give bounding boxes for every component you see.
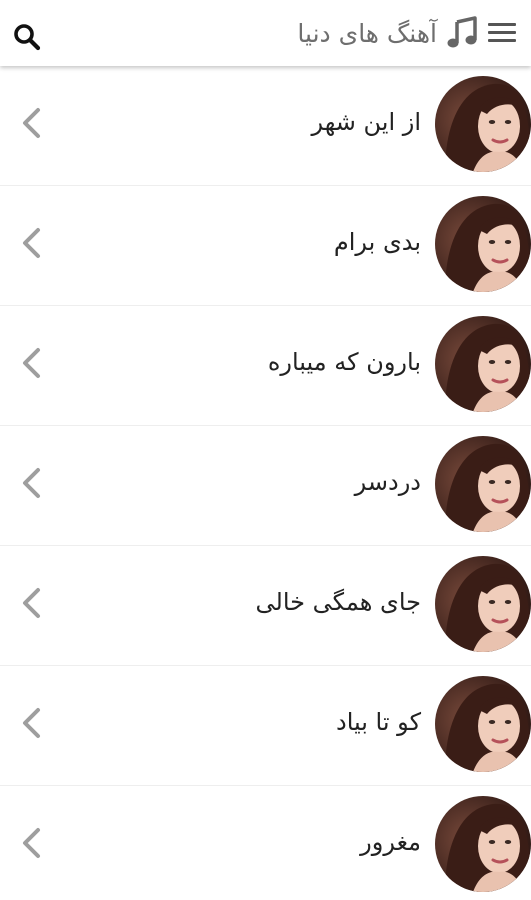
app-screen: آهنگ های دنیا از این شهر بدی برام بارون …	[0, 0, 531, 900]
menu-line	[488, 31, 516, 34]
artist-avatar	[435, 196, 531, 292]
artist-avatar	[435, 76, 531, 172]
artist-avatar	[435, 316, 531, 412]
song-list-item[interactable]: جای همگی خالی	[0, 546, 531, 666]
chevron-left-icon[interactable]	[20, 106, 42, 140]
song-title: جای همگی خالی	[255, 588, 421, 616]
song-list-item[interactable]: بارون که میباره	[0, 306, 531, 426]
chevron-left-icon[interactable]	[20, 706, 42, 740]
song-list: از این شهر بدی برام بارون که میباره دردس…	[0, 66, 531, 900]
chevron-left-icon[interactable]	[20, 226, 42, 260]
song-title: از این شهر	[311, 108, 421, 136]
song-list-item[interactable]: از این شهر	[0, 66, 531, 186]
search-icon[interactable]	[12, 22, 42, 52]
artist-avatar	[435, 556, 531, 652]
music-note-icon	[447, 16, 477, 48]
chevron-left-icon[interactable]	[20, 466, 42, 500]
chevron-left-icon[interactable]	[20, 586, 42, 620]
hamburger-menu-icon[interactable]	[485, 20, 519, 46]
song-title: مغرور	[360, 828, 421, 856]
menu-line	[488, 23, 516, 26]
artist-avatar	[435, 436, 531, 532]
song-list-item[interactable]: کو تا بیاد	[0, 666, 531, 786]
chevron-left-icon[interactable]	[20, 346, 42, 380]
top-app-bar: آهنگ های دنیا	[0, 0, 531, 66]
menu-line	[488, 39, 516, 42]
song-title: کو تا بیاد	[336, 708, 421, 736]
chevron-left-icon[interactable]	[20, 826, 42, 860]
app-title-text: آهنگ های دنیا	[297, 19, 437, 48]
song-list-item[interactable]: بدی برام	[0, 186, 531, 306]
artist-avatar	[435, 796, 531, 892]
song-list-item[interactable]: مغرور	[0, 786, 531, 900]
artist-avatar	[435, 676, 531, 772]
song-title: بدی برام	[333, 228, 421, 256]
song-list-item[interactable]: دردسر	[0, 426, 531, 546]
app-title: آهنگ های دنیا	[297, 14, 437, 54]
song-title: بارون که میباره	[267, 348, 421, 376]
song-title: دردسر	[354, 468, 421, 496]
